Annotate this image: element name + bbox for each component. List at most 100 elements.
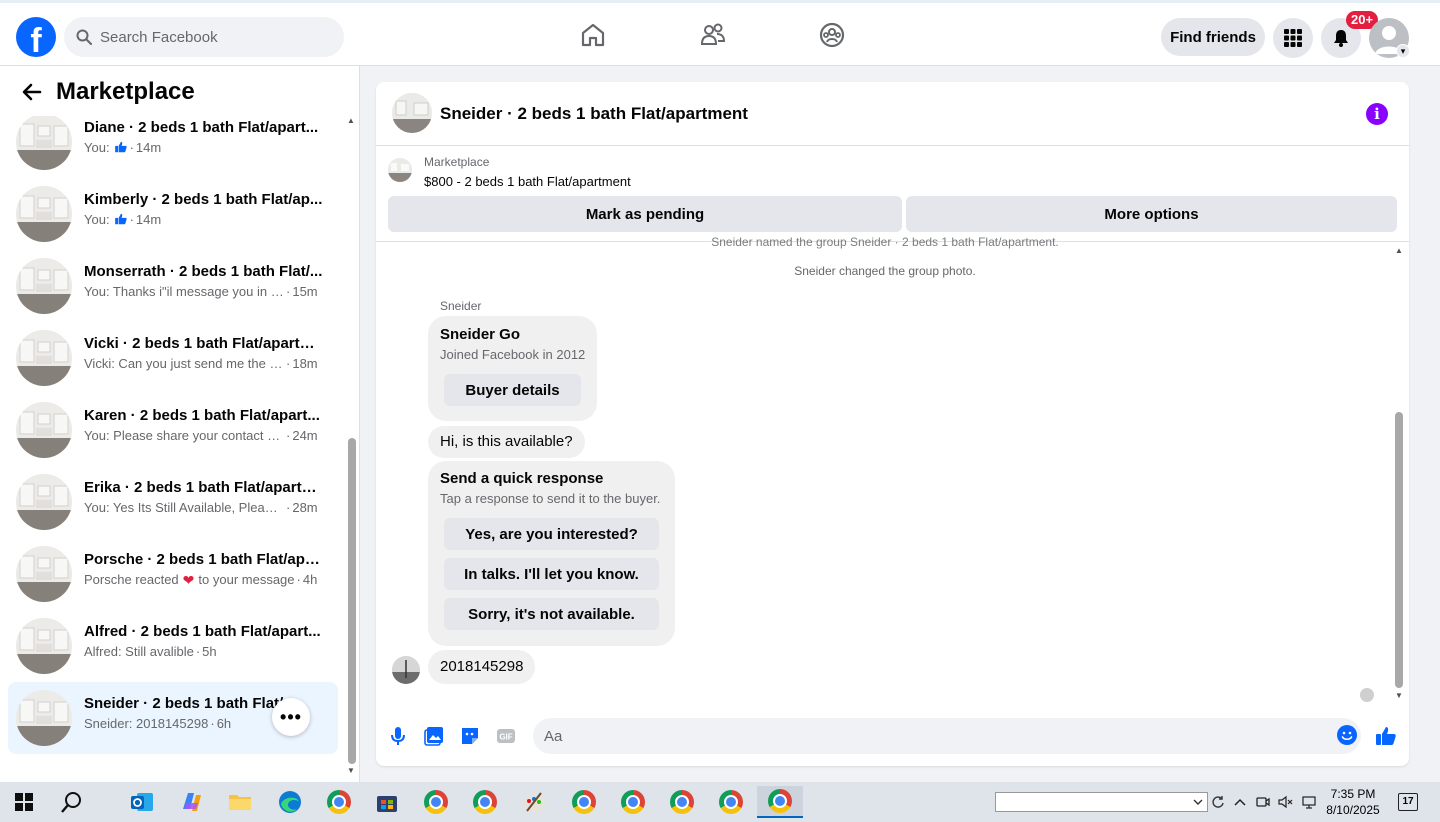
scrollbar-thumb[interactable]: [348, 438, 356, 764]
back-arrow-icon[interactable]: [20, 80, 44, 104]
network-icon[interactable]: [1301, 794, 1317, 810]
volume-muted-icon[interactable]: [1277, 794, 1293, 810]
scroll-down-arrow[interactable]: ▼: [347, 766, 355, 775]
menu-button[interactable]: [1273, 18, 1313, 58]
buyer-details-button[interactable]: Buyer details: [444, 374, 581, 406]
conversation-item[interactable]: Diane · 2 beds 1 bath Flat/apart... You: …: [8, 106, 338, 178]
home-icon[interactable]: [579, 21, 607, 49]
scroll-up-arrow[interactable]: ▲: [1395, 246, 1403, 255]
listing-thumbnail: [16, 690, 72, 746]
gif-icon[interactable]: GIF: [494, 724, 518, 748]
conversation-item[interactable]: Kimberly · 2 beds 1 bath Flat/ap... You: …: [8, 178, 338, 250]
like-icon[interactable]: [1374, 724, 1398, 748]
groups-icon[interactable]: [818, 21, 846, 49]
conversation-preview-text: You: Thanks i"il message you in a ...: [84, 284, 284, 299]
microphone-icon[interactable]: [386, 724, 410, 748]
message-input[interactable]: [544, 727, 1304, 745]
conversation-name: Vicki · 2 beds 1 bath Flat/apartm...: [84, 335, 324, 352]
meet-now-icon[interactable]: [1255, 794, 1271, 810]
notification-center-button[interactable]: 17: [1398, 793, 1418, 811]
conversation-preview: You: Thanks i"il message you in a ... · 15…: [84, 284, 324, 299]
copilot-app[interactable]: [171, 786, 211, 818]
chrome-app-active[interactable]: [757, 786, 803, 818]
store-app[interactable]: [367, 786, 407, 818]
conversation-preview: You: Yes Its Still Available, Please ...…: [84, 500, 324, 515]
message-composer: GIF: [376, 714, 1409, 758]
refresh-icon[interactable]: [1210, 794, 1226, 810]
buyer-profile-card: Sneider Go Joined Facebook in 2012 Buyer…: [428, 316, 597, 421]
conversation-item[interactable]: Alfred · 2 beds 1 bath Flat/apart... Alfr…: [8, 610, 338, 682]
chrome-app[interactable]: [613, 786, 653, 818]
conversation-item[interactable]: Monserrath · 2 beds 1 bath Flat/... You: …: [8, 250, 338, 322]
bell-icon: [1334, 30, 1348, 47]
chevron-down-icon[interactable]: ▾: [1396, 44, 1410, 58]
chrome-app[interactable]: [564, 786, 604, 818]
conversation-item[interactable]: Karen · 2 beds 1 bath Flat/apart... You: …: [8, 394, 338, 466]
chrome-icon: [719, 790, 743, 814]
kitchen-thumbnail-icon: [388, 158, 412, 182]
chrome-app[interactable]: [465, 786, 505, 818]
copilot-icon: [183, 793, 201, 811]
taskbar-address-box[interactable]: [995, 792, 1208, 812]
facebook-logo[interactable]: f: [16, 17, 56, 57]
conversation-name: Porsche · 2 beds 1 bath Flat/apar...: [84, 551, 324, 568]
windows-taskbar: 7:35 PM 8/10/2025 17: [0, 782, 1440, 822]
separator-dot: ·: [286, 284, 291, 299]
photo-icon[interactable]: [422, 724, 446, 748]
emoji-icon[interactable]: [1336, 724, 1358, 746]
file-explorer-app[interactable]: [220, 786, 260, 818]
message-input-box[interactable]: [533, 718, 1361, 754]
conversation-preview-text: You: Please share your contact nu...: [84, 428, 284, 443]
conversation-time: 4h: [302, 572, 318, 587]
listing-title[interactable]: $800 - 2 beds 1 bath Flat/apartment: [424, 174, 631, 189]
conversation-time: 5h: [202, 644, 217, 659]
search-bar[interactable]: [64, 17, 344, 57]
taskbar-search-button[interactable]: [52, 786, 92, 818]
quick-response-button[interactable]: In talks. I'll let you know.: [444, 558, 659, 590]
system-clock[interactable]: 7:35 PM 8/10/2025: [1322, 786, 1384, 818]
conversation-preview-text: Alfred: Still avalible: [84, 644, 194, 659]
seen-indicator-avatar: [1360, 688, 1374, 702]
outlook-app[interactable]: [122, 786, 162, 818]
windows-logo-icon: [15, 793, 33, 811]
chevron-up-icon[interactable]: [1232, 794, 1248, 810]
find-friends-button[interactable]: Find friends: [1161, 18, 1265, 56]
info-icon[interactable]: i: [1366, 103, 1388, 125]
group-photo[interactable]: [392, 93, 432, 133]
chrome-app[interactable]: [662, 786, 702, 818]
clock-time: 7:35 PM: [1330, 787, 1376, 801]
listing-thumbnail[interactable]: [388, 158, 412, 182]
conversation-item[interactable]: Erika · 2 beds 1 bath Flat/apartm... You:…: [8, 466, 338, 538]
chrome-app[interactable]: [416, 786, 456, 818]
sender-avatar[interactable]: [392, 656, 420, 684]
scrollbar-thumb[interactable]: [1395, 412, 1403, 688]
chat-title[interactable]: Sneider · 2 beds 1 bath Flat/apartment: [440, 104, 748, 124]
edge-app[interactable]: [270, 786, 310, 818]
chrome-app[interactable]: [711, 786, 751, 818]
paint-app[interactable]: [514, 786, 554, 818]
quick-response-button[interactable]: Sorry, it's not available.: [444, 598, 659, 630]
separator-dot: ·: [286, 428, 291, 443]
marketplace-inbox-panel: Marketplace Diane · 2 beds 1 bath Flat/a…: [0, 66, 360, 782]
store-icon: [377, 796, 397, 812]
message-bubble: Hi, is this available?: [428, 426, 585, 458]
conversation-item[interactable]: Sneider · 2 beds 1 bath Flat/a... Sneider…: [8, 682, 338, 754]
chrome-app[interactable]: [319, 786, 359, 818]
quick-response-button[interactable]: Yes, are you interested?: [444, 518, 659, 550]
scroll-up-arrow[interactable]: ▲: [347, 116, 355, 125]
separator-dot: ·: [296, 572, 301, 587]
conversation-item[interactable]: Vicki · 2 beds 1 bath Flat/apartm... Vick…: [8, 322, 338, 394]
more-options-button[interactable]: More options: [906, 196, 1397, 232]
conversation-item[interactable]: Porsche · 2 beds 1 bath Flat/apar... Pors…: [8, 538, 338, 610]
more-options-icon[interactable]: •••: [272, 698, 310, 736]
search-input[interactable]: [100, 28, 320, 46]
mark-as-pending-button[interactable]: Mark as pending: [388, 196, 902, 232]
start-button[interactable]: [4, 786, 44, 818]
sticker-icon[interactable]: [458, 724, 482, 748]
quick-response-subtitle: Tap a response to send it to the buyer.: [440, 491, 661, 506]
browser-edge-strip: [0, 0, 1440, 3]
conversation-preview-text: Porsche reacted: [84, 572, 179, 587]
dropdown-arrow-icon[interactable]: [1190, 794, 1206, 810]
friends-icon[interactable]: [699, 21, 727, 49]
scroll-down-arrow[interactable]: ▼: [1395, 691, 1403, 700]
